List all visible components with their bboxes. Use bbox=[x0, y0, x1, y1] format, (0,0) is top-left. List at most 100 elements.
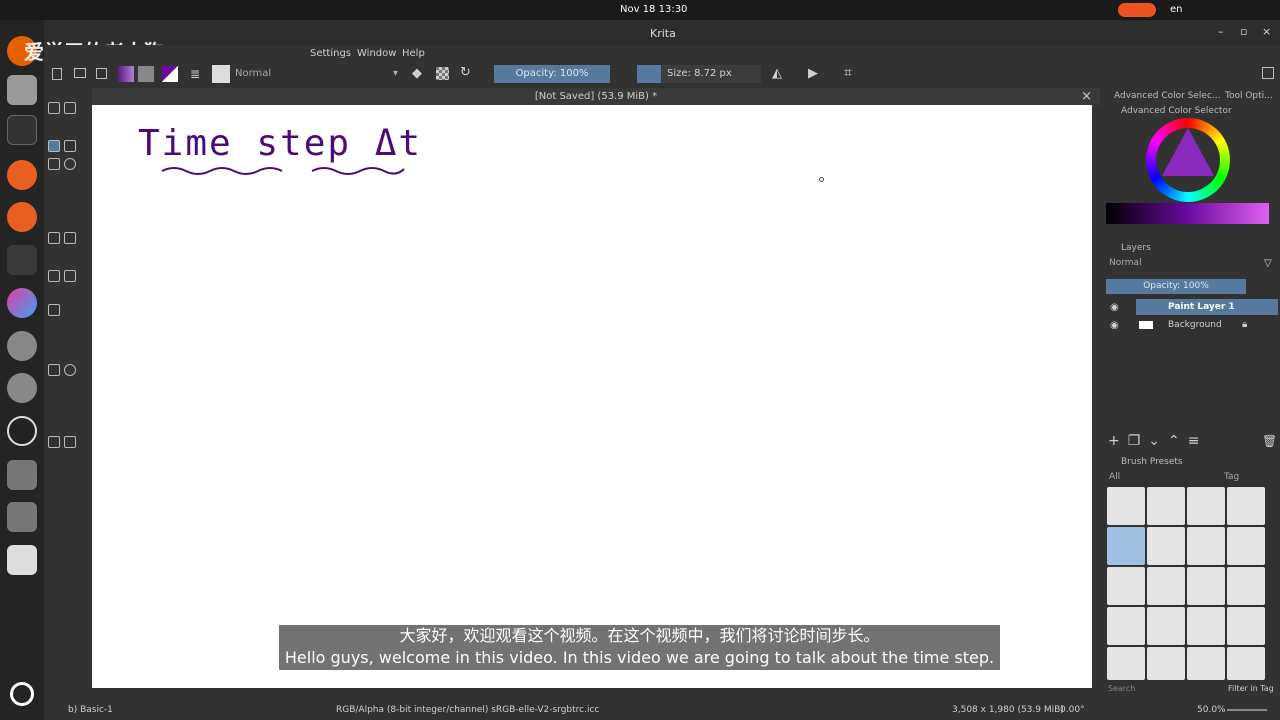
reload-icon[interactable]: ↻ bbox=[460, 65, 471, 80]
filter-in-tag-checkbox[interactable]: Filter in Tag bbox=[1228, 684, 1274, 693]
rotation[interactable]: 0.00° bbox=[1060, 700, 1085, 720]
layer-actions[interactable]: +❐⌄⌃≡ bbox=[1108, 433, 1208, 449]
krita-icon[interactable] bbox=[7, 288, 37, 318]
filter-icon[interactable]: ▽ bbox=[1264, 258, 1272, 269]
brush-preset[interactable] bbox=[1107, 487, 1145, 525]
color-sliders[interactable] bbox=[1106, 203, 1269, 224]
transform-tool-icon[interactable] bbox=[48, 232, 60, 244]
rect-select-icon[interactable] bbox=[48, 364, 60, 376]
menu-help[interactable]: Help bbox=[402, 48, 425, 59]
brush-preset[interactable] bbox=[1147, 527, 1185, 565]
preset-search-input[interactable]: Search bbox=[1108, 684, 1135, 693]
settings-icon[interactable] bbox=[7, 331, 37, 361]
brush-preset[interactable] bbox=[1227, 607, 1265, 645]
visibility-icon[interactable]: ◉ bbox=[1110, 302, 1119, 313]
files-icon[interactable] bbox=[7, 75, 37, 105]
alpha-lock-icon[interactable] bbox=[436, 67, 449, 80]
brush-preset[interactable] bbox=[1187, 567, 1225, 605]
open-icon[interactable] bbox=[74, 68, 86, 78]
crop-icon[interactable]: ⌗ bbox=[844, 65, 852, 81]
move-tool-icon[interactable] bbox=[64, 232, 76, 244]
show-apps-icon[interactable] bbox=[10, 682, 34, 706]
menu-window[interactable]: Window bbox=[357, 48, 396, 59]
close-document-icon[interactable]: × bbox=[1081, 88, 1092, 105]
maximize-button[interactable]: ▫ bbox=[1240, 25, 1247, 38]
brush-preset[interactable] bbox=[1227, 567, 1265, 605]
workspace-icon[interactable] bbox=[1262, 67, 1274, 79]
document-tab[interactable]: [Not Saved] (53.9 MiB) * × bbox=[92, 88, 1100, 105]
add-layer-icon[interactable]: + bbox=[1108, 433, 1128, 449]
brush-settings-icon[interactable]: ≣ bbox=[190, 67, 200, 81]
brush-preset[interactable] bbox=[1187, 647, 1225, 680]
visibility-icon[interactable]: ◉ bbox=[1110, 320, 1119, 331]
brush-preset[interactable] bbox=[1187, 527, 1225, 565]
brush-preset[interactable] bbox=[1187, 487, 1225, 525]
color-picker-icon[interactable] bbox=[64, 270, 76, 282]
mirror-horizontal-icon[interactable]: ◭ bbox=[772, 66, 782, 81]
lock-icon[interactable]: 🔒︎ bbox=[1242, 319, 1247, 330]
minimize-button[interactable]: – bbox=[1218, 25, 1224, 38]
close-button[interactable]: × bbox=[1262, 25, 1271, 38]
freehand-brush-tool-icon[interactable] bbox=[48, 140, 60, 152]
mirror-vertical-icon[interactable]: ▶ bbox=[808, 66, 818, 81]
size-slider[interactable]: Size: 8.72 px bbox=[661, 65, 761, 83]
brush-preset[interactable] bbox=[1227, 647, 1265, 680]
save-icon[interactable] bbox=[96, 68, 107, 79]
delete-layer-icon[interactable]: 🗑︎ bbox=[1262, 434, 1277, 448]
disk-icon[interactable] bbox=[7, 460, 37, 490]
new-document-icon[interactable] bbox=[52, 68, 62, 80]
tab-color-selector[interactable]: Advanced Color Selec... bbox=[1114, 91, 1221, 101]
tab-tool-options[interactable]: Tool Opti... bbox=[1225, 91, 1273, 101]
rectangle-tool-icon[interactable] bbox=[48, 158, 60, 170]
current-brush[interactable]: b) Basic-1 bbox=[68, 700, 113, 720]
layer-blend-select[interactable]: Normal bbox=[1106, 258, 1256, 272]
opacity-slider[interactable]: Opacity: 100% bbox=[494, 65, 610, 83]
preset-filter-select[interactable]: All bbox=[1109, 472, 1120, 482]
brush-preset[interactable] bbox=[1147, 607, 1185, 645]
brush-preset[interactable] bbox=[1227, 487, 1265, 525]
settings-icon-2[interactable] bbox=[7, 373, 37, 403]
ellipse-tool-icon[interactable] bbox=[64, 158, 76, 170]
clock[interactable]: Nov 18 13:30 bbox=[620, 4, 687, 15]
brush-preset[interactable] bbox=[1147, 487, 1185, 525]
brush-preset-selected[interactable] bbox=[1107, 527, 1145, 565]
eraser-icon[interactable]: ◆ bbox=[412, 66, 422, 81]
move-down-icon[interactable]: ⌄ bbox=[1148, 433, 1168, 449]
blend-mode-select[interactable]: Normal ▾ bbox=[232, 65, 402, 83]
gradient-tool-icon[interactable] bbox=[48, 270, 60, 282]
brush-preset[interactable] bbox=[1107, 647, 1145, 680]
fg-bg-color[interactable] bbox=[162, 66, 178, 82]
recording-indicator[interactable] bbox=[1118, 3, 1156, 17]
fill-tool-icon[interactable] bbox=[48, 304, 60, 316]
gradient-picker[interactable] bbox=[118, 66, 134, 82]
houdini-icon-2[interactable] bbox=[7, 202, 37, 232]
brush-preset-icon[interactable] bbox=[212, 65, 230, 83]
language-indicator[interactable]: en bbox=[1170, 4, 1183, 15]
brush-preset[interactable] bbox=[1147, 647, 1185, 680]
obs-icon[interactable] bbox=[7, 416, 37, 446]
color-wheel[interactable] bbox=[1146, 118, 1230, 202]
line-tool-icon[interactable] bbox=[64, 140, 76, 152]
ssd-icon[interactable] bbox=[7, 502, 37, 532]
brush-preset[interactable] bbox=[1107, 607, 1145, 645]
canvas[interactable]: Time step Δt bbox=[92, 105, 1092, 688]
tag-button[interactable]: Tag bbox=[1224, 472, 1239, 482]
zoom-tool-icon[interactable] bbox=[48, 436, 60, 448]
pattern-picker[interactable] bbox=[138, 66, 154, 82]
brush-preset[interactable] bbox=[1227, 527, 1265, 565]
zoom-slider[interactable] bbox=[1227, 709, 1267, 711]
layer-item[interactable]: Background bbox=[1168, 320, 1222, 330]
ellipse-select-icon[interactable] bbox=[64, 364, 76, 376]
brush-preset[interactable] bbox=[1107, 567, 1145, 605]
duplicate-icon[interactable]: ❐ bbox=[1128, 433, 1149, 449]
brush-preset[interactable] bbox=[1147, 567, 1185, 605]
menu-settings[interactable]: Settings bbox=[310, 48, 351, 59]
system-monitor-icon[interactable] bbox=[7, 245, 37, 275]
terminal-icon[interactable] bbox=[7, 115, 37, 145]
layer-item[interactable]: Paint Layer 1 bbox=[1168, 302, 1235, 312]
text-tool-icon[interactable] bbox=[64, 102, 76, 114]
pan-tool-icon[interactable] bbox=[64, 436, 76, 448]
select-tool-icon[interactable] bbox=[48, 102, 60, 114]
properties-icon[interactable]: ≡ bbox=[1188, 433, 1208, 449]
layer-opacity-slider[interactable]: Opacity: 100% bbox=[1106, 279, 1246, 294]
